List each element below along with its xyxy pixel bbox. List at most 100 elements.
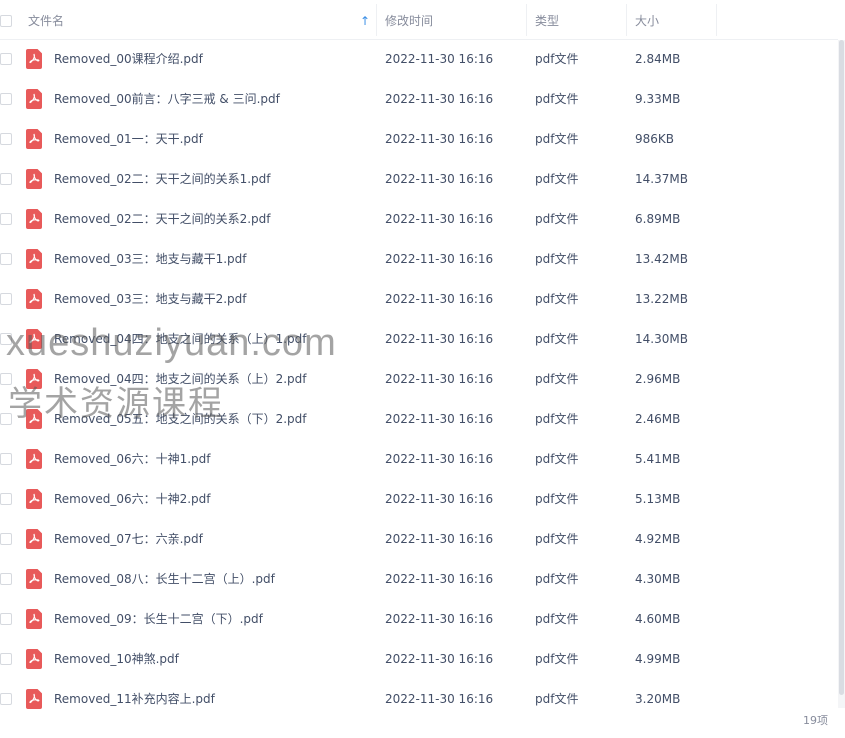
pdf-file-icon [26, 369, 42, 389]
file-size: 2.96MB [635, 372, 681, 386]
column-header-size[interactable]: 大小 [635, 0, 659, 40]
file-size: 4.60MB [635, 612, 681, 626]
file-row[interactable]: Removed_02二：天干之间的关系1.pdf 2022-11-30 16:16… [0, 160, 838, 200]
file-name[interactable]: Removed_02二：天干之间的关系1.pdf [54, 160, 271, 200]
pdf-file-icon [26, 569, 42, 589]
scrollbar-thumb[interactable] [839, 40, 844, 695]
file-size: 4.30MB [635, 572, 681, 586]
file-modified-time: 2022-11-30 16:16 [385, 292, 494, 306]
file-row[interactable]: Removed_06六：十神2.pdf 2022-11-30 16:16 pdf文件… [0, 480, 838, 520]
row-checkbox[interactable] [0, 413, 12, 425]
file-name[interactable]: Removed_03三：地支与藏干2.pdf [54, 280, 247, 320]
file-row[interactable]: Removed_04四：地支之间的关系（上）1.pdf 2022-11-30 16… [0, 320, 838, 360]
column-header-modified-time[interactable]: 修改时间 [385, 0, 433, 40]
pdf-file-icon [26, 329, 42, 349]
file-row[interactable]: Removed_03三：地支与藏干2.pdf 2022-11-30 16:16 pd… [0, 280, 838, 320]
file-row[interactable]: Removed_08八：长生十二宫（上）.pdf 2022-11-30 16:16… [0, 560, 838, 600]
row-checkbox[interactable] [0, 493, 12, 505]
file-modified-time: 2022-11-30 16:16 [385, 372, 494, 386]
pdf-file-icon [26, 129, 42, 149]
file-name[interactable]: Removed_01一：天干.pdf [54, 120, 203, 160]
file-name[interactable]: Removed_08八：长生十二宫（上）.pdf [54, 560, 275, 600]
row-checkbox[interactable] [0, 133, 12, 145]
file-name[interactable]: Removed_10神煞.pdf [54, 640, 179, 680]
file-size: 13.42MB [635, 252, 688, 266]
row-checkbox[interactable] [0, 573, 12, 585]
file-row[interactable]: Removed_09：长生十二宫（下）.pdf 2022-11-30 16:16 p… [0, 600, 838, 640]
file-name[interactable]: Removed_00前言：八字三戒 & 三问.pdf [54, 80, 280, 120]
file-row[interactable]: Removed_04四：地支之间的关系（上）2.pdf 2022-11-30 16… [0, 360, 838, 400]
file-type: pdf文件 [535, 292, 579, 306]
pdf-file-icon [26, 209, 42, 229]
row-checkbox[interactable] [0, 253, 12, 265]
row-checkbox[interactable] [0, 173, 12, 185]
column-header-name[interactable]: 文件名 [28, 0, 64, 40]
file-size: 2.46MB [635, 412, 681, 426]
file-name[interactable]: Removed_06六：十神2.pdf [54, 480, 211, 520]
file-type: pdf文件 [535, 252, 579, 266]
file-row[interactable]: Removed_11补充内容上.pdf 2022-11-30 16:16 pdf文件… [0, 680, 838, 720]
file-row[interactable]: Removed_06六：十神1.pdf 2022-11-30 16:16 pdf文件… [0, 440, 838, 480]
column-header-type[interactable]: 类型 [535, 0, 559, 40]
row-checkbox[interactable] [0, 53, 12, 65]
file-name[interactable]: Removed_06六：十神1.pdf [54, 440, 211, 480]
row-checkbox[interactable] [0, 93, 12, 105]
file-name[interactable]: Removed_04四：地支之间的关系（上）1.pdf [54, 320, 307, 360]
file-type: pdf文件 [535, 452, 579, 466]
column-divider[interactable] [626, 4, 627, 36]
file-type: pdf文件 [535, 52, 579, 66]
file-modified-time: 2022-11-30 16:16 [385, 52, 494, 66]
row-checkbox[interactable] [0, 213, 12, 225]
file-row[interactable]: Removed_01一：天干.pdf 2022-11-30 16:16 pdf文件 9… [0, 120, 838, 160]
file-modified-time: 2022-11-30 16:16 [385, 252, 494, 266]
file-size: 5.41MB [635, 452, 681, 466]
file-size: 4.92MB [635, 532, 681, 546]
select-all-checkbox[interactable] [0, 15, 12, 27]
file-size: 986KB [635, 132, 675, 146]
file-row[interactable]: Removed_00课程介绍.pdf 2022-11-30 16:16 pdf文件 2… [0, 40, 838, 80]
file-type: pdf文件 [535, 372, 579, 386]
file-row[interactable]: Removed_00前言：八字三戒 & 三问.pdf 2022-11-30 16:… [0, 80, 838, 120]
file-size: 14.37MB [635, 172, 688, 186]
row-checkbox[interactable] [0, 613, 12, 625]
file-modified-time: 2022-11-30 16:16 [385, 172, 494, 186]
file-name[interactable]: Removed_04四：地支之间的关系（上）2.pdf [54, 360, 307, 400]
file-type: pdf文件 [535, 492, 579, 506]
row-checkbox[interactable] [0, 293, 12, 305]
row-checkbox[interactable] [0, 653, 12, 665]
file-modified-time: 2022-11-30 16:16 [385, 92, 494, 106]
pdf-file-icon [26, 289, 42, 309]
pdf-file-icon [26, 489, 42, 509]
column-divider[interactable] [376, 4, 377, 36]
file-row[interactable]: Removed_02二：天干之间的关系2.pdf 2022-11-30 16:16… [0, 200, 838, 240]
row-checkbox[interactable] [0, 453, 12, 465]
column-divider[interactable] [716, 4, 717, 36]
file-size: 14.30MB [635, 332, 688, 346]
row-checkbox[interactable] [0, 533, 12, 545]
file-name[interactable]: Removed_02二：天干之间的关系2.pdf [54, 200, 271, 240]
file-size: 9.33MB [635, 92, 681, 106]
file-list-header: 文件名 ↑ 修改时间 类型 大小 [0, 0, 838, 40]
vertical-scrollbar[interactable] [838, 40, 845, 708]
pdf-file-icon [26, 609, 42, 629]
file-name[interactable]: Removed_00课程介绍.pdf [54, 40, 203, 80]
file-modified-time: 2022-11-30 16:16 [385, 652, 494, 666]
row-checkbox[interactable] [0, 373, 12, 385]
file-row[interactable]: Removed_10神煞.pdf 2022-11-30 16:16 pdf文件 4.9… [0, 640, 838, 680]
row-checkbox[interactable] [0, 693, 12, 705]
file-name[interactable]: Removed_09：长生十二宫（下）.pdf [54, 600, 263, 640]
row-checkbox[interactable] [0, 333, 12, 345]
file-type: pdf文件 [535, 92, 579, 106]
file-row[interactable]: Removed_07七：六亲.pdf 2022-11-30 16:16 pdf文件 4… [0, 520, 838, 560]
file-modified-time: 2022-11-30 16:16 [385, 452, 494, 466]
sort-ascending-icon[interactable]: ↑ [360, 0, 370, 40]
file-name[interactable]: Removed_07七：六亲.pdf [54, 520, 203, 560]
file-modified-time: 2022-11-30 16:16 [385, 492, 494, 506]
pdf-file-icon [26, 449, 42, 469]
column-divider[interactable] [526, 4, 527, 36]
file-row[interactable]: Removed_03三：地支与藏干1.pdf 2022-11-30 16:16 pd… [0, 240, 838, 280]
file-row[interactable]: Removed_05五：地支之间的关系（下）2.pdf 2022-11-30 16… [0, 400, 838, 440]
file-name[interactable]: Removed_03三：地支与藏干1.pdf [54, 240, 247, 280]
file-name[interactable]: Removed_05五：地支之间的关系（下）2.pdf [54, 400, 307, 440]
file-name[interactable]: Removed_11补充内容上.pdf [54, 680, 215, 720]
